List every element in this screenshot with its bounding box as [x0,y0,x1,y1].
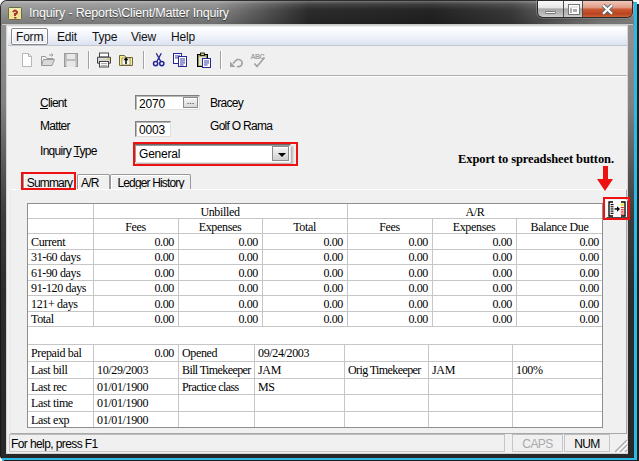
svg-text:ABC: ABC [251,53,265,60]
